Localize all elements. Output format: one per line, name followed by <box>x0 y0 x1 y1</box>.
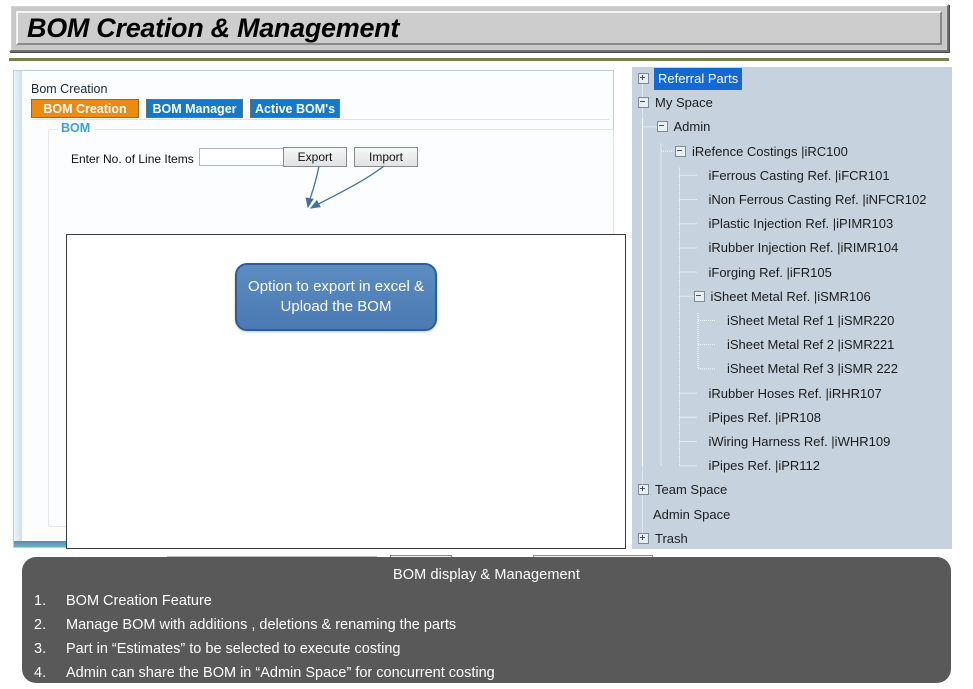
bom-creation-window: Bom Creation BOM Creation BOM Manager Acti… <box>13 70 653 575</box>
title-divider-rule <box>9 58 949 61</box>
bom-items-canvas[interactable]: Option to export in excel & Upload the B… <box>66 234 626 549</box>
tree-node[interactable]: iRubber Hoses Ref. |iRHR107 <box>694 384 883 403</box>
tree-node-label: Team Space <box>655 482 728 498</box>
tree-node-leaf-spacer <box>694 389 703 398</box>
caption-item-number: 1. <box>34 593 47 609</box>
tree-node[interactable]: iWiring Harness Ref. |iWHR109 <box>694 432 892 451</box>
caption-item-text: Admin can share the BOM in “Admin Space”… <box>66 665 495 681</box>
tree-node-label: iSheet Metal Ref. |iSMR106 <box>710 288 871 304</box>
tree-node[interactable]: Admin <box>656 117 712 136</box>
tree-connector-lines <box>642 78 716 539</box>
tree-node-label: iSheet Metal Ref 1 |iSMR220 <box>727 313 895 328</box>
tree-node-leaf-spacer <box>694 268 703 277</box>
tree-node[interactable]: iSheet Metal Ref 1 |iSMR220 <box>712 311 895 330</box>
tree-node[interactable]: iRefence Costings |iRC100 <box>675 142 849 161</box>
bom-fieldset-legend: BOM <box>57 121 95 135</box>
caption-panel: BOM display & Management 1. BOM Creation … <box>22 557 951 683</box>
parts-tree-panel: Referral Parts My Space Admin iRefence Cost… <box>632 67 952 549</box>
window-label: Bom Creation <box>31 82 108 96</box>
expand-plus-icon[interactable] <box>638 73 649 84</box>
collapse-minus-icon[interactable] <box>638 97 649 109</box>
tree-node-leaf-spacer <box>694 195 703 204</box>
tree-node-label: Referral Parts <box>654 67 743 90</box>
tree-node-leaf-spacer <box>712 364 721 373</box>
tree-node[interactable]: iNon Ferrous Casting Ref. |iNFCR102 <box>694 190 928 209</box>
collapse-minus-icon[interactable] <box>675 145 686 157</box>
tree-node-leaf-spacer <box>694 437 703 446</box>
tree-node-label: iRubber Hoses Ref. |iRHR107 <box>708 385 882 401</box>
tree-node-leaf-spacer <box>694 219 703 228</box>
tree-node[interactable]: iPipes Ref. |iPR112 <box>694 456 822 475</box>
caption-item-number: 2. <box>34 617 47 633</box>
bom-fieldset: BOM Enter No. of Line Items Export Impor… <box>48 121 653 575</box>
tree-node-label: My Space <box>655 95 713 111</box>
expand-plus-icon[interactable] <box>638 484 649 496</box>
tree-node-label: Trash <box>655 530 688 546</box>
title-bar-inner: BOM Creation & Management <box>16 11 942 45</box>
caption-title: BOM display & Management <box>393 567 580 583</box>
tree-node[interactable]: iFerrous Casting Ref. |iFCR101 <box>694 166 891 185</box>
tree-node[interactable]: iRubber Injection Ref. |iRIMR104 <box>694 238 900 257</box>
window-content: Bom Creation BOM Creation BOM Manager Acti… <box>22 71 653 575</box>
tree-node-label: iForging Ref. |iFR105 <box>708 264 832 280</box>
tree-node-label: iFerrous Casting Ref. |iFCR101 <box>708 167 890 183</box>
tree-node[interactable]: Referral Parts <box>638 67 743 90</box>
tree-node-label: iRubber Injection Ref. |iRIMR104 <box>708 240 899 256</box>
caption-item-text: BOM Creation Feature <box>66 593 212 609</box>
tree-node-label: iPipes Ref. |iPR112 <box>708 458 821 474</box>
caption-item-number: 3. <box>34 641 47 657</box>
tree-node[interactable]: My Space <box>638 93 714 112</box>
tree-node-leaf-spacer <box>694 171 703 180</box>
tree-node-leaf-spacer <box>712 340 721 349</box>
tree-node-label: iNon Ferrous Casting Ref. |iNFCR102 <box>708 192 927 207</box>
line-items-input[interactable] <box>199 148 292 166</box>
tree-node-label: iPlastic Injection Ref. |iPIMR103 <box>708 216 894 232</box>
tree-node[interactable]: iSheet Metal Ref. |iSMR106 <box>693 287 872 306</box>
export-import-callout: Option to export in excel & Upload the B… <box>235 263 437 331</box>
caption-list-item: 2. Manage BOM with additions , deletions … <box>22 613 951 637</box>
caption-list-item: 4. Admin can share the BOM in “Admin Spac… <box>22 661 951 685</box>
caption-list-item: 1. BOM Creation Feature <box>22 589 951 613</box>
import-button[interactable]: Import <box>354 147 418 167</box>
tab-bom-manager[interactable]: BOM Manager <box>146 99 243 118</box>
tree-node-label: iSheet Metal Ref 3 |iSMR 222 <box>727 361 899 377</box>
collapse-minus-icon[interactable] <box>693 290 705 302</box>
caption-list: 1. BOM Creation Feature 2. Manage BOM with … <box>22 583 951 685</box>
tree-node-leaf-spacer <box>694 243 703 252</box>
tab-bom-creation[interactable]: BOM Creation <box>31 99 139 118</box>
tree-node[interactable]: iPlastic Injection Ref. |iPIMR103 <box>694 214 895 233</box>
caption-item-text: Part in “Estimates” to be selected to ex… <box>66 641 401 657</box>
tree-node[interactable]: iPipes Ref. |iPR108 <box>694 408 823 427</box>
page-title: BOM Creation & Management <box>27 12 400 43</box>
tree-node-leaf-spacer <box>638 510 647 519</box>
caption-item-text: Manage BOM with additions , deletions & … <box>66 617 457 633</box>
tab-bar: BOM Creation BOM Manager Active BOM's <box>31 99 609 120</box>
window-left-accent-strip <box>14 71 22 547</box>
caption-item-number: 4. <box>34 665 47 681</box>
tree-node[interactable]: Admin Space <box>638 505 731 524</box>
tree-node-label: iSheet Metal Ref 2 |iSMR221 <box>727 337 895 353</box>
tree-node[interactable]: iSheet Metal Ref 2 |iSMR221 <box>712 335 895 354</box>
expand-plus-icon[interactable] <box>638 532 649 544</box>
caption-list-item: 3. Part in “Estimates” to be selected to … <box>22 637 951 661</box>
tree-node[interactable]: iForging Ref. |iFR105 <box>694 263 833 282</box>
title-bar: BOM Creation & Management <box>9 4 949 52</box>
tree-node-label: iPipes Ref. |iPR108 <box>708 409 822 425</box>
export-button[interactable]: Export <box>283 147 347 167</box>
tree-node-label: Admin <box>673 119 711 135</box>
tree-node-leaf-spacer <box>712 316 721 325</box>
tree-node[interactable]: iSheet Metal Ref 3 |iSMR 222 <box>712 359 899 378</box>
tree-node-label: iWiring Harness Ref. |iWHR109 <box>708 434 891 449</box>
tree-node-label: iRefence Costings |iRC100 <box>692 143 848 159</box>
line-items-label: Enter No. of Line Items <box>71 152 194 166</box>
tree-node-leaf-spacer <box>694 461 703 470</box>
tree-node[interactable]: Team Space <box>638 480 728 499</box>
tree-node-label: Admin Space <box>653 506 731 522</box>
tree-node-leaf-spacer <box>694 413 703 422</box>
tab-active-boms[interactable]: Active BOM's <box>250 99 340 118</box>
collapse-minus-icon[interactable] <box>656 121 668 133</box>
tree-node[interactable]: Trash <box>638 529 689 548</box>
